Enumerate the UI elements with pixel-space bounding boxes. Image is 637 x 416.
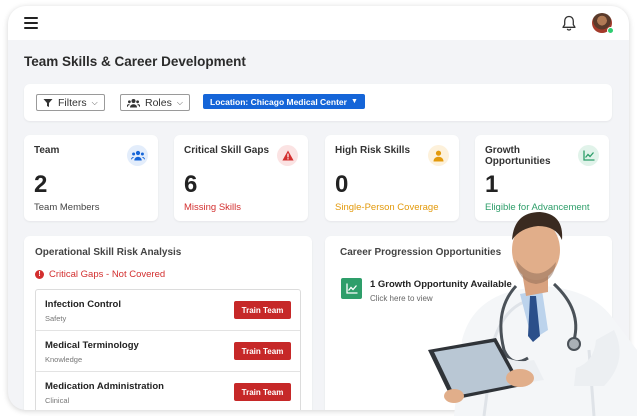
location-dropdown[interactable]: Location: Chicago Medical Center ▼ (203, 94, 365, 109)
warning-icon (277, 145, 298, 166)
filters-label: Filters (58, 96, 87, 109)
panel-title: Operational Skill Risk Analysis (35, 247, 182, 258)
online-status-dot (607, 27, 614, 34)
skill-gap-list: Infection Control Safety Train Team Medi… (35, 289, 301, 410)
stat-label: Critical Skill Gaps (184, 145, 270, 156)
trend-chart-icon (578, 145, 599, 166)
skill-category: Safety (45, 314, 67, 323)
list-item: Medication Administration Clinical Train… (36, 372, 300, 410)
stat-value: 2 (34, 171, 48, 198)
train-team-button[interactable]: Train Team (234, 342, 291, 360)
stat-subtext: Team Members (34, 202, 100, 213)
chevron-down-icon: ⌵ (176, 97, 183, 107)
skill-category: Knowledge (45, 355, 83, 364)
stat-card-team[interactable]: Team 2 Team Members (24, 135, 158, 221)
doctor-with-tablet-illustration (428, 212, 637, 416)
filters-dropdown[interactable]: Filters ⌵ (36, 94, 105, 111)
stat-label: Growth Opportunities (485, 145, 551, 167)
roles-dropdown[interactable]: Roles ⌵ (120, 94, 190, 111)
skill-name: Medical Terminology (45, 340, 139, 351)
critical-gaps-header: ! Critical Gaps - Not Covered (35, 269, 165, 280)
page-title: Team Skills & Career Development (24, 54, 246, 69)
people-group-icon (127, 98, 140, 107)
stat-value: 6 (184, 171, 198, 198)
critical-gaps-label: Critical Gaps - Not Covered (49, 269, 166, 280)
stat-label: Team (34, 145, 60, 156)
list-item: Infection Control Safety Train Team (36, 290, 300, 331)
train-team-button[interactable]: Train Team (234, 301, 291, 319)
stat-value: 0 (335, 171, 349, 198)
trend-chart-icon (341, 278, 362, 299)
location-label: Location: Chicago Medical Center (210, 96, 347, 107)
skill-risk-panel: Operational Skill Risk Analysis ! Critic… (24, 236, 312, 410)
train-team-button[interactable]: Train Team (234, 383, 291, 401)
stat-label: High Risk Skills (335, 145, 411, 156)
skill-category: Clinical (45, 396, 70, 405)
hamburger-menu-icon[interactable] (24, 17, 38, 29)
filter-funnel-icon (43, 98, 53, 107)
notification-bell-icon[interactable] (561, 15, 577, 32)
skill-name: Infection Control (45, 299, 121, 310)
filter-bar: Filters ⌵ Roles ⌵ Location: Chicago Medi… (24, 84, 612, 121)
top-bar (8, 6, 629, 40)
alert-circle-icon: ! (35, 270, 44, 279)
person-icon (428, 145, 449, 166)
chevron-down-icon: ⌵ (91, 97, 98, 107)
team-icon (127, 145, 148, 166)
user-avatar[interactable] (592, 13, 614, 34)
stat-subtext: Missing Skills (184, 202, 242, 213)
chevron-down-icon: ▼ (350, 98, 358, 105)
list-item: Medical Terminology Knowledge Train Team (36, 331, 300, 372)
stat-card-critical-gaps[interactable]: Critical Skill Gaps 6 Missing Skills (174, 135, 308, 221)
roles-label: Roles (145, 96, 172, 109)
skill-name: Medication Administration (45, 381, 164, 392)
stat-subtext: Single-Person Coverage (335, 202, 439, 213)
